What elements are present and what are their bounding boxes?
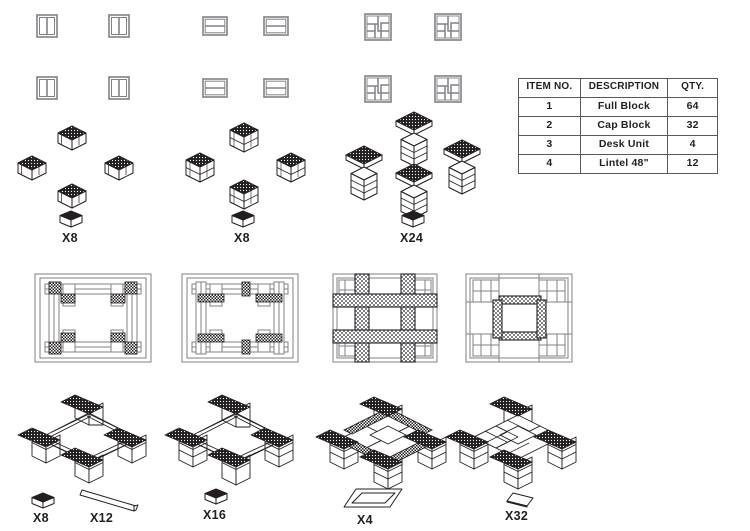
column-header-item-no: ITEM NO. <box>518 78 581 98</box>
cell-description: Full Block <box>579 96 669 117</box>
block-icon-horizontal-split <box>263 16 289 36</box>
post-group-2: X8 <box>172 118 352 248</box>
plan-view-step-4 <box>465 273 573 363</box>
legend-part-full-block <box>231 210 255 228</box>
block-icon-pinwheel <box>434 13 462 41</box>
cell-item-no: 2 <box>518 115 581 136</box>
table-row: 2 Cap Block 32 <box>518 115 718 136</box>
block-icon-horizontal-split <box>202 16 228 36</box>
block-icon-vertical-split <box>36 14 58 38</box>
post-group-2-blocks <box>185 122 306 210</box>
post-group-1-blocks <box>17 125 134 209</box>
block-plan-icon-row-2 <box>0 62 520 112</box>
table-row: 3 Desk Unit 4 <box>518 134 718 155</box>
cell-item-no: 4 <box>518 153 581 174</box>
cell-description: Cap Block <box>579 115 669 136</box>
legend-part-full-block <box>31 492 55 509</box>
cell-item-no: 3 <box>518 134 581 155</box>
cell-qty: 32 <box>667 115 718 136</box>
cell-qty: 12 <box>667 153 718 174</box>
block-icon-horizontal-split <box>263 78 289 98</box>
cell-qty: 4 <box>667 134 718 155</box>
table-row: 4 Lintel 48" 12 <box>518 153 718 174</box>
post-group-1: X8 <box>0 118 180 248</box>
plan-view-step-3 <box>332 273 438 363</box>
assembly-2-legend-qty-block: X16 <box>203 508 227 522</box>
legend-part-desk-unit <box>343 488 403 508</box>
legend-part-cap-block <box>506 492 534 508</box>
post-group-2-qty: X8 <box>234 231 250 245</box>
post-group-3-blocks <box>345 111 481 219</box>
assembly-3-legend-qty-desk: X4 <box>357 513 373 527</box>
legend-part-full-block <box>59 210 83 228</box>
assembly-step-4 <box>444 396 578 490</box>
post-group-3: X24 <box>340 108 520 248</box>
post-group-1-qty: X8 <box>62 231 78 245</box>
cell-description: Desk Unit <box>579 134 669 155</box>
legend-part-full-block <box>401 210 425 228</box>
table-row: 1 Full Block 64 <box>518 96 718 117</box>
block-icon-vertical-split <box>36 76 58 100</box>
block-icon-pinwheel <box>364 75 392 103</box>
block-icon-vertical-split <box>108 76 130 100</box>
block-icon-horizontal-split <box>202 78 228 98</box>
column-header-description: DESCRIPTION <box>579 78 669 98</box>
cell-qty: 64 <box>667 96 718 117</box>
block-icon-pinwheel <box>434 75 462 103</box>
assembly-1-legend-qty-lintel: X12 <box>90 511 114 525</box>
legend-part-full-block <box>204 488 228 505</box>
plan-view-step-1 <box>34 273 152 363</box>
column-header-qty: QTY. <box>667 78 718 98</box>
assembly-step-1 <box>17 394 147 484</box>
plan-view-step-2 <box>181 273 299 363</box>
block-icon-vertical-split <box>108 14 130 38</box>
block-icon-pinwheel <box>364 13 392 41</box>
cell-item-no: 1 <box>518 96 581 117</box>
post-group-3-qty: X24 <box>400 231 424 245</box>
bill-of-materials-table: ITEM NO. DESCRIPTION QTY. 1 Full Block 6… <box>518 78 718 174</box>
cell-description: Lintel 48" <box>579 153 669 174</box>
assembly-step-2 <box>164 394 294 486</box>
assembly-1-legend-qty-block: X8 <box>33 511 49 525</box>
table-header-row: ITEM NO. DESCRIPTION QTY. <box>518 78 718 98</box>
block-plan-icon-row-1 <box>0 0 520 50</box>
assembly-4-legend-qty-cap: X32 <box>505 509 529 523</box>
